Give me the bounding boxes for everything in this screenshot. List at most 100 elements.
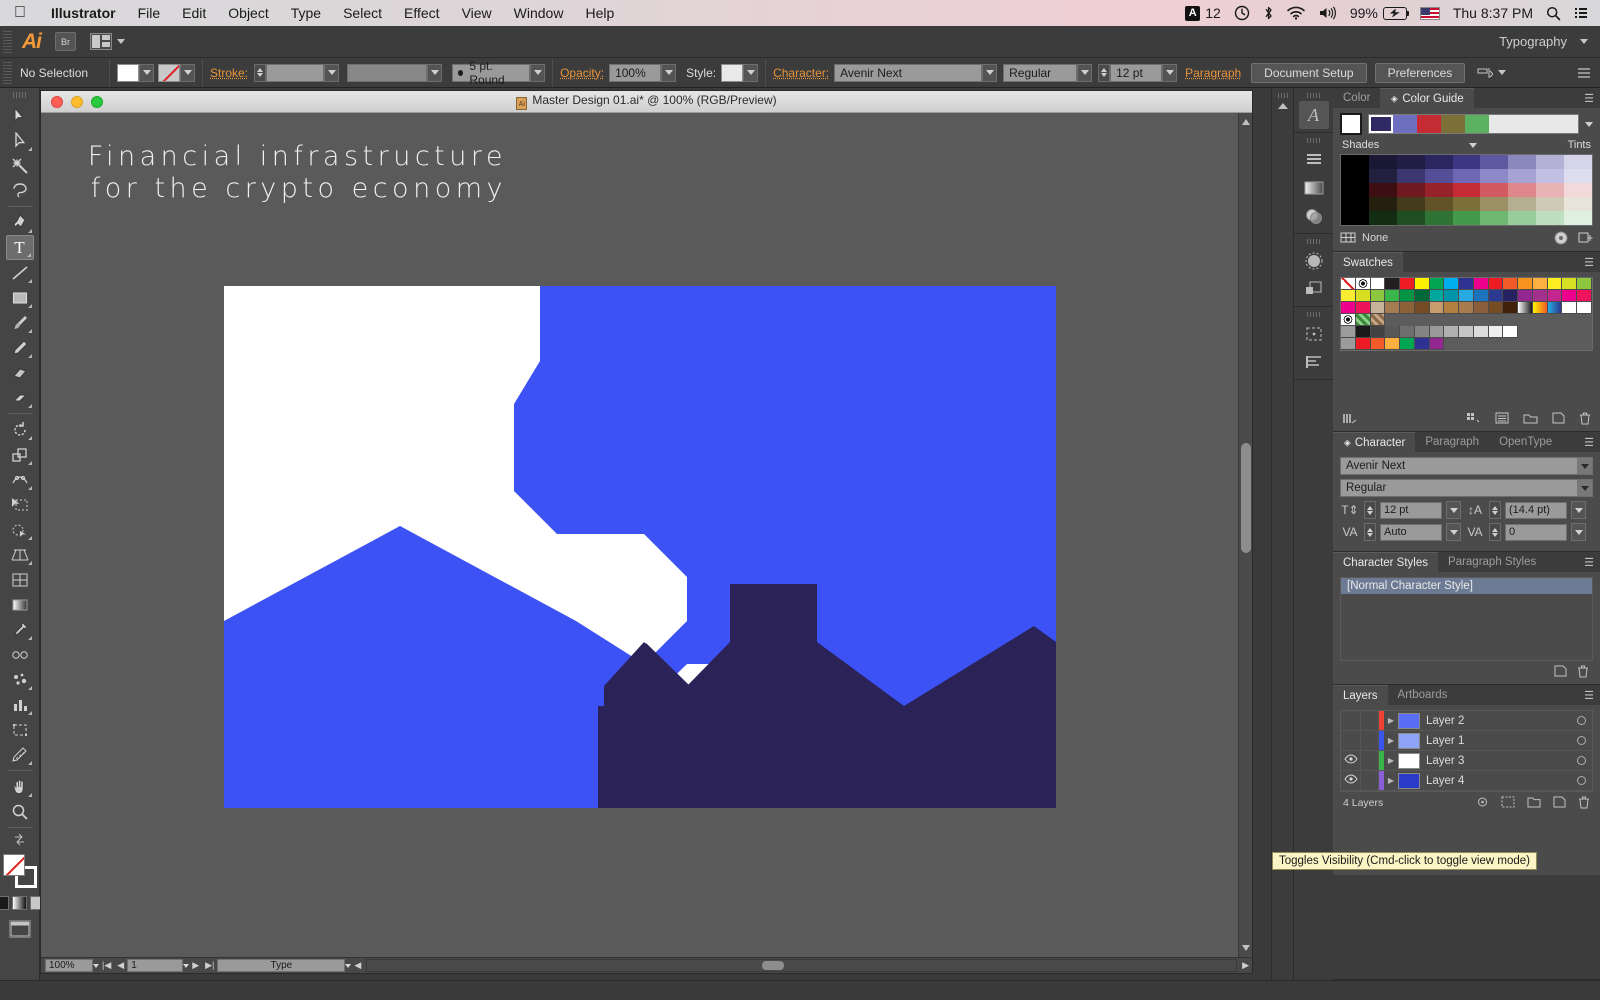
clock-datetime[interactable]: Thu 8:37 PM	[1453, 5, 1533, 21]
swatch-cell[interactable]	[1488, 326, 1504, 338]
swatch-cell[interactable]	[1385, 326, 1401, 338]
character-kerning-field[interactable]: Auto	[1380, 523, 1442, 541]
color-variation-swatch[interactable]	[1564, 169, 1592, 183]
swatch-cell[interactable]	[1385, 338, 1401, 350]
color-variation-swatch[interactable]	[1452, 197, 1481, 211]
artboards-panel-icon[interactable]	[1299, 320, 1329, 348]
fill-stroke-swap-icon[interactable]	[13, 833, 26, 846]
show-swatch-kinds-icon[interactable]	[1466, 412, 1481, 425]
swatch-cell[interactable]	[1444, 290, 1460, 302]
tracking-chevron-down-icon[interactable]	[1571, 523, 1586, 541]
layer-target-circle[interactable]	[1577, 716, 1586, 725]
color-variation-swatch[interactable]	[1341, 169, 1369, 183]
layer-name-label[interactable]: Layer 3	[1426, 755, 1464, 767]
workspace-chevron-down-icon[interactable]	[1580, 39, 1588, 44]
canvas-area[interactable]: Financial infrastructure for the crypto …	[41, 113, 1238, 957]
swatch-cell[interactable]	[1429, 302, 1445, 314]
menu-edit[interactable]: Edit	[171, 5, 217, 21]
swatch-cell[interactable]	[1414, 326, 1430, 338]
swatch-cell[interactable]	[1341, 302, 1356, 314]
color-variation-swatch[interactable]	[1508, 155, 1537, 169]
delete-character-style-icon[interactable]	[1577, 665, 1589, 678]
fill-indicator-swatch[interactable]	[2, 854, 25, 876]
layer-visibility-icon[interactable]	[1341, 711, 1361, 730]
swatch-cell[interactable]	[1355, 302, 1371, 314]
color-variation-swatch[interactable]	[1536, 183, 1565, 197]
stroke-profile-chevron-down-icon[interactable]	[427, 63, 443, 82]
color-variation-swatch[interactable]	[1452, 183, 1481, 197]
swatch-cell[interactable]	[1429, 338, 1445, 350]
blend-tool[interactable]	[6, 642, 34, 667]
eyedropper-tool[interactable]	[6, 617, 34, 642]
color-variation-swatch[interactable]	[1396, 169, 1425, 183]
color-variation-swatch[interactable]	[1341, 211, 1369, 225]
stroke-profile-field[interactable]	[347, 63, 428, 82]
tab-opentype[interactable]: OpenType	[1489, 432, 1562, 452]
stroke-weight-chevron-down-icon[interactable]	[324, 63, 340, 82]
swatch-cell[interactable]	[1414, 278, 1430, 290]
swatch-cell[interactable]	[1532, 302, 1548, 314]
swatch-cell[interactable]	[1547, 290, 1563, 302]
swatch-cell[interactable]	[1400, 338, 1415, 350]
magic-wand-tool[interactable]	[6, 153, 34, 178]
free-transform-tool[interactable]	[6, 492, 34, 517]
screen-mode-button[interactable]	[8, 920, 31, 938]
document-horizontal-scrollbar[interactable]	[366, 959, 1238, 972]
color-variation-grid[interactable]	[1340, 154, 1593, 226]
swatch-cell[interactable]	[1414, 338, 1430, 350]
layer-row[interactable]: ▶ Layer 3	[1341, 751, 1592, 771]
swatch-cell[interactable]	[1341, 290, 1356, 302]
line-segment-tool[interactable]	[6, 260, 34, 285]
swatch-cell[interactable]	[1400, 326, 1415, 338]
color-variation-swatch[interactable]	[1424, 183, 1453, 197]
harmony-swatch-4[interactable]	[1441, 115, 1465, 133]
color-variation-swatch[interactable]	[1368, 169, 1397, 183]
harmony-swatch-3[interactable]	[1417, 115, 1441, 133]
blob-brush-tool[interactable]	[6, 360, 34, 385]
character-panel-menu-icon[interactable]: ☰	[1584, 436, 1600, 449]
tab-swatches[interactable]: Swatches	[1333, 252, 1403, 272]
tracking-stepper[interactable]	[1489, 523, 1501, 541]
swatch-cell[interactable]	[1473, 290, 1489, 302]
color-variation-swatch[interactable]	[1424, 197, 1453, 211]
harmony-swatch-5[interactable]	[1465, 115, 1489, 133]
swatch-cell[interactable]	[1444, 302, 1460, 314]
swatch-cell[interactable]	[1532, 290, 1548, 302]
eraser-tool[interactable]	[6, 385, 34, 410]
harmony-chevron-down-icon[interactable]	[1585, 121, 1593, 127]
swatch-cell[interactable]	[1355, 314, 1371, 326]
layer-target-circle[interactable]	[1577, 776, 1586, 785]
artboard-number-field[interactable]: 1	[127, 959, 184, 972]
character-font-family-field[interactable]: Avenir Next	[1340, 457, 1593, 475]
mesh-tool[interactable]	[6, 567, 34, 592]
volume-icon[interactable]	[1318, 6, 1337, 20]
swatch-cell[interactable]	[1473, 278, 1489, 290]
dock-grip[interactable]	[1306, 239, 1321, 244]
tab-paragraph-styles[interactable]: Paragraph Styles	[1438, 552, 1546, 572]
kerning-stepper[interactable]	[1364, 523, 1376, 541]
swatch-cell[interactable]	[1518, 302, 1533, 314]
brush-definition-field[interactable]: 5 pt. Round	[452, 59, 531, 87]
swatch-cell[interactable]	[1385, 278, 1401, 290]
edit-colors-icon[interactable]	[1554, 231, 1568, 245]
swatch-cell[interactable]	[1355, 290, 1371, 302]
swatch-cell[interactable]	[1562, 302, 1578, 314]
opacity-label[interactable]: Opacity:	[560, 66, 604, 80]
menu-object[interactable]: Object	[217, 5, 279, 21]
selection-tool[interactable]	[6, 103, 34, 128]
artboard[interactable]	[224, 286, 1056, 808]
font-size-chevron-down-icon[interactable]	[1446, 501, 1461, 519]
rectangle-tool[interactable]	[6, 285, 34, 310]
color-variation-swatch[interactable]	[1452, 211, 1481, 225]
layer-row[interactable]: ▶ Layer 4	[1341, 771, 1592, 791]
stroke-weight-field[interactable]	[266, 63, 325, 82]
dock-grip[interactable]	[1306, 138, 1321, 143]
font-size-stepper[interactable]	[1364, 501, 1376, 519]
document-setup-button[interactable]: Document Setup	[1251, 62, 1367, 83]
tab-layers[interactable]: Layers	[1333, 685, 1388, 705]
color-variation-swatch[interactable]	[1536, 211, 1565, 225]
color-variation-swatch[interactable]	[1341, 197, 1369, 211]
layer-name-label[interactable]: Layer 2	[1426, 715, 1464, 727]
menu-window[interactable]: Window	[503, 5, 575, 21]
swatch-cell[interactable]	[1577, 278, 1592, 290]
